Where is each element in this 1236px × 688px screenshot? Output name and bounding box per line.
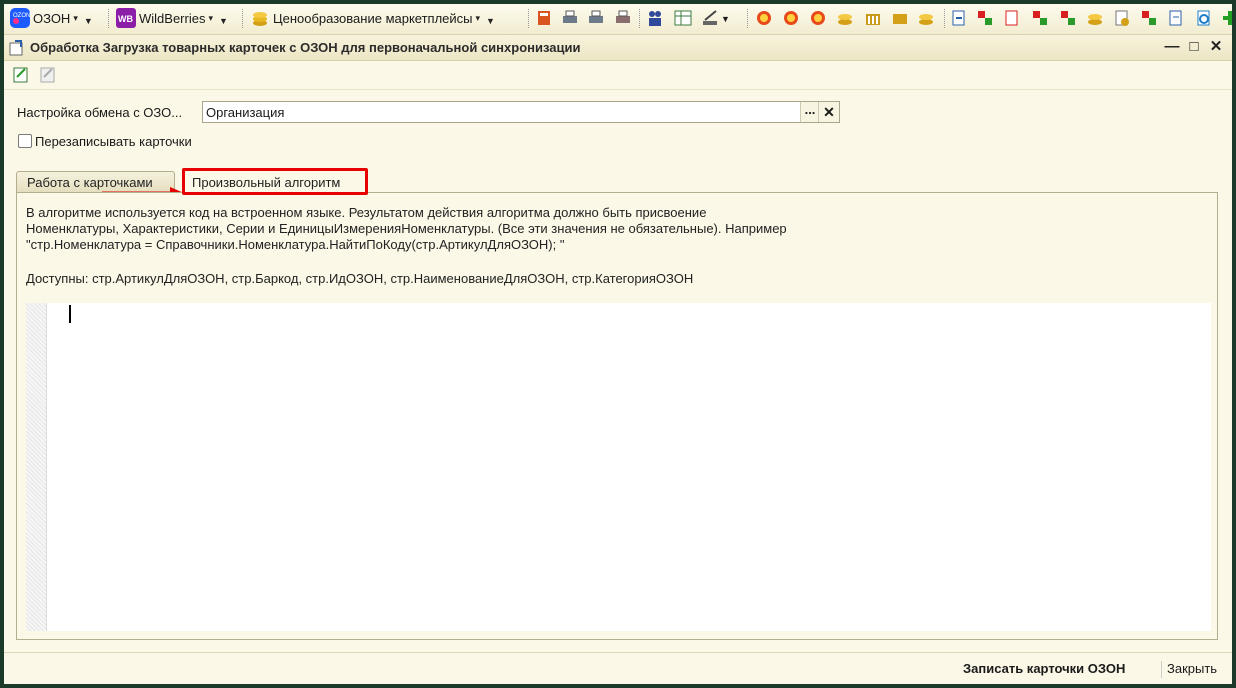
- tab-custom-algorithm-label: Произвольный алгоритм: [192, 175, 341, 190]
- wb-logo-icon: WB: [116, 8, 136, 28]
- exchange-setting-label: Настройка обмена с ОЗО...: [17, 105, 183, 120]
- exchange-setting-field[interactable]: Организация ... ✕: [202, 101, 840, 123]
- available-fields: Доступны: стр.АртикулДляОЗОН, стр.Баркод…: [26, 271, 694, 286]
- swap-icon[interactable]: [1031, 9, 1049, 27]
- table-icon[interactable]: [674, 9, 692, 27]
- processing-icon: [8, 39, 26, 57]
- svg-text:OZON: OZON: [13, 13, 30, 19]
- doc-edit-icon[interactable]: [1167, 9, 1185, 27]
- pricing-menu[interactable]: Ценообразование маркетплейсы ▾ ▼: [250, 8, 495, 28]
- app-toolbar: OZON ОЗОН ▾ ▼ WB WildBerries ▾ ▼ Ценообр…: [4, 4, 1232, 35]
- document-arrow-icon[interactable]: [950, 9, 968, 27]
- exchange-setting-value: Организация: [206, 105, 285, 120]
- book-icon[interactable]: [535, 9, 553, 27]
- add-icon[interactable]: [1221, 9, 1232, 27]
- arrows-doc-icon[interactable]: [1140, 9, 1158, 27]
- wb-dropdown-icon[interactable]: ▼: [219, 16, 228, 26]
- overwrite-checkbox[interactable]: [18, 134, 32, 148]
- printer-list-icon[interactable]: [614, 9, 632, 27]
- alarm-money-icon[interactable]: [782, 9, 800, 27]
- alarm-list-icon[interactable]: [809, 9, 827, 27]
- exchange-icon[interactable]: [1059, 9, 1077, 27]
- svg-text:WB: WB: [118, 14, 133, 24]
- tab-panel: В алгоритме используется код на встроенн…: [16, 192, 1218, 640]
- money-doc-icon[interactable]: [1086, 9, 1104, 27]
- toolbar-separator: [528, 9, 530, 28]
- pricing-menu-arrow-icon: ▾: [475, 12, 481, 23]
- window-maximize-icon[interactable]: □: [1186, 39, 1202, 55]
- tab-custom-algorithm[interactable]: Произвольный алгоритм: [182, 168, 368, 195]
- bank-icon[interactable]: [864, 9, 882, 27]
- editor-gutter: [26, 303, 47, 631]
- doc-coins-icon[interactable]: [1113, 9, 1131, 27]
- ozon-menu-arrow-icon: ▾: [73, 12, 78, 23]
- window-close-icon[interactable]: ✕: [1208, 39, 1224, 55]
- toolbar-separator: [108, 9, 110, 28]
- edit-dropdown-icon[interactable]: ▼: [721, 14, 730, 24]
- printer-icon[interactable]: [561, 9, 579, 27]
- algorithm-description: В алгоритме используется код на встроенн…: [26, 205, 787, 252]
- select-button[interactable]: ...: [800, 102, 819, 122]
- money-stack-icon[interactable]: [836, 9, 854, 27]
- printer-report-icon[interactable]: [587, 9, 605, 27]
- text-caret: [69, 305, 71, 323]
- footer-separator: [1161, 661, 1162, 678]
- wb-menu[interactable]: WB WildBerries ▾ ▼: [116, 8, 228, 28]
- ozon-menu[interactable]: OZON ОЗОН ▾ ▼: [10, 8, 93, 28]
- ozon-logo-icon: OZON: [10, 8, 30, 28]
- overwrite-label: Перезаписывать карточки: [35, 134, 192, 149]
- doc-move-icon[interactable]: [1003, 9, 1021, 27]
- command-bar: [4, 61, 1232, 90]
- toolbar-separator: [747, 9, 749, 28]
- code-editor[interactable]: [26, 303, 1211, 631]
- toolbar-separator: [639, 9, 641, 28]
- alarm-icon[interactable]: [755, 9, 773, 27]
- pricing-menu-label: Ценообразование маркетплейсы: [273, 10, 473, 26]
- export-icon[interactable]: [38, 65, 58, 85]
- users-icon[interactable]: [646, 9, 664, 27]
- toolbar-separator: [242, 9, 244, 28]
- ozon-dropdown-icon[interactable]: ▼: [84, 16, 93, 26]
- import-icon[interactable]: [11, 65, 31, 85]
- close-button[interactable]: Закрыть: [1167, 661, 1217, 676]
- app-frame: OZON ОЗОН ▾ ▼ WB WildBerries ▾ ▼ Ценообр…: [4, 4, 1232, 684]
- wb-menu-arrow-icon: ▾: [208, 12, 213, 23]
- window-titlebar: Обработка Загрузка товарных карточек с О…: [4, 35, 1232, 61]
- ozon-menu-label: ОЗОН: [33, 10, 71, 26]
- refresh-doc-icon[interactable]: [1195, 9, 1213, 27]
- pricing-dropdown-icon[interactable]: ▼: [486, 16, 495, 26]
- coins-stack-icon[interactable]: [917, 9, 935, 27]
- edit-icon[interactable]: [701, 9, 719, 27]
- window-minimize-icon[interactable]: —: [1164, 39, 1180, 55]
- coins-icon: [253, 12, 267, 26]
- footer-bar: Записать карточки ОЗОН Закрыть: [4, 652, 1232, 684]
- transfer-icon[interactable]: [976, 9, 994, 27]
- toolbar-separator: [944, 9, 946, 28]
- clear-icon[interactable]: ✕: [818, 102, 839, 122]
- wb-menu-label: WildBerries: [139, 10, 206, 26]
- write-cards-button[interactable]: Записать карточки ОЗОН: [963, 661, 1125, 676]
- wallet-icon[interactable]: [891, 9, 909, 27]
- window-title: Обработка Загрузка товарных карточек с О…: [30, 40, 581, 55]
